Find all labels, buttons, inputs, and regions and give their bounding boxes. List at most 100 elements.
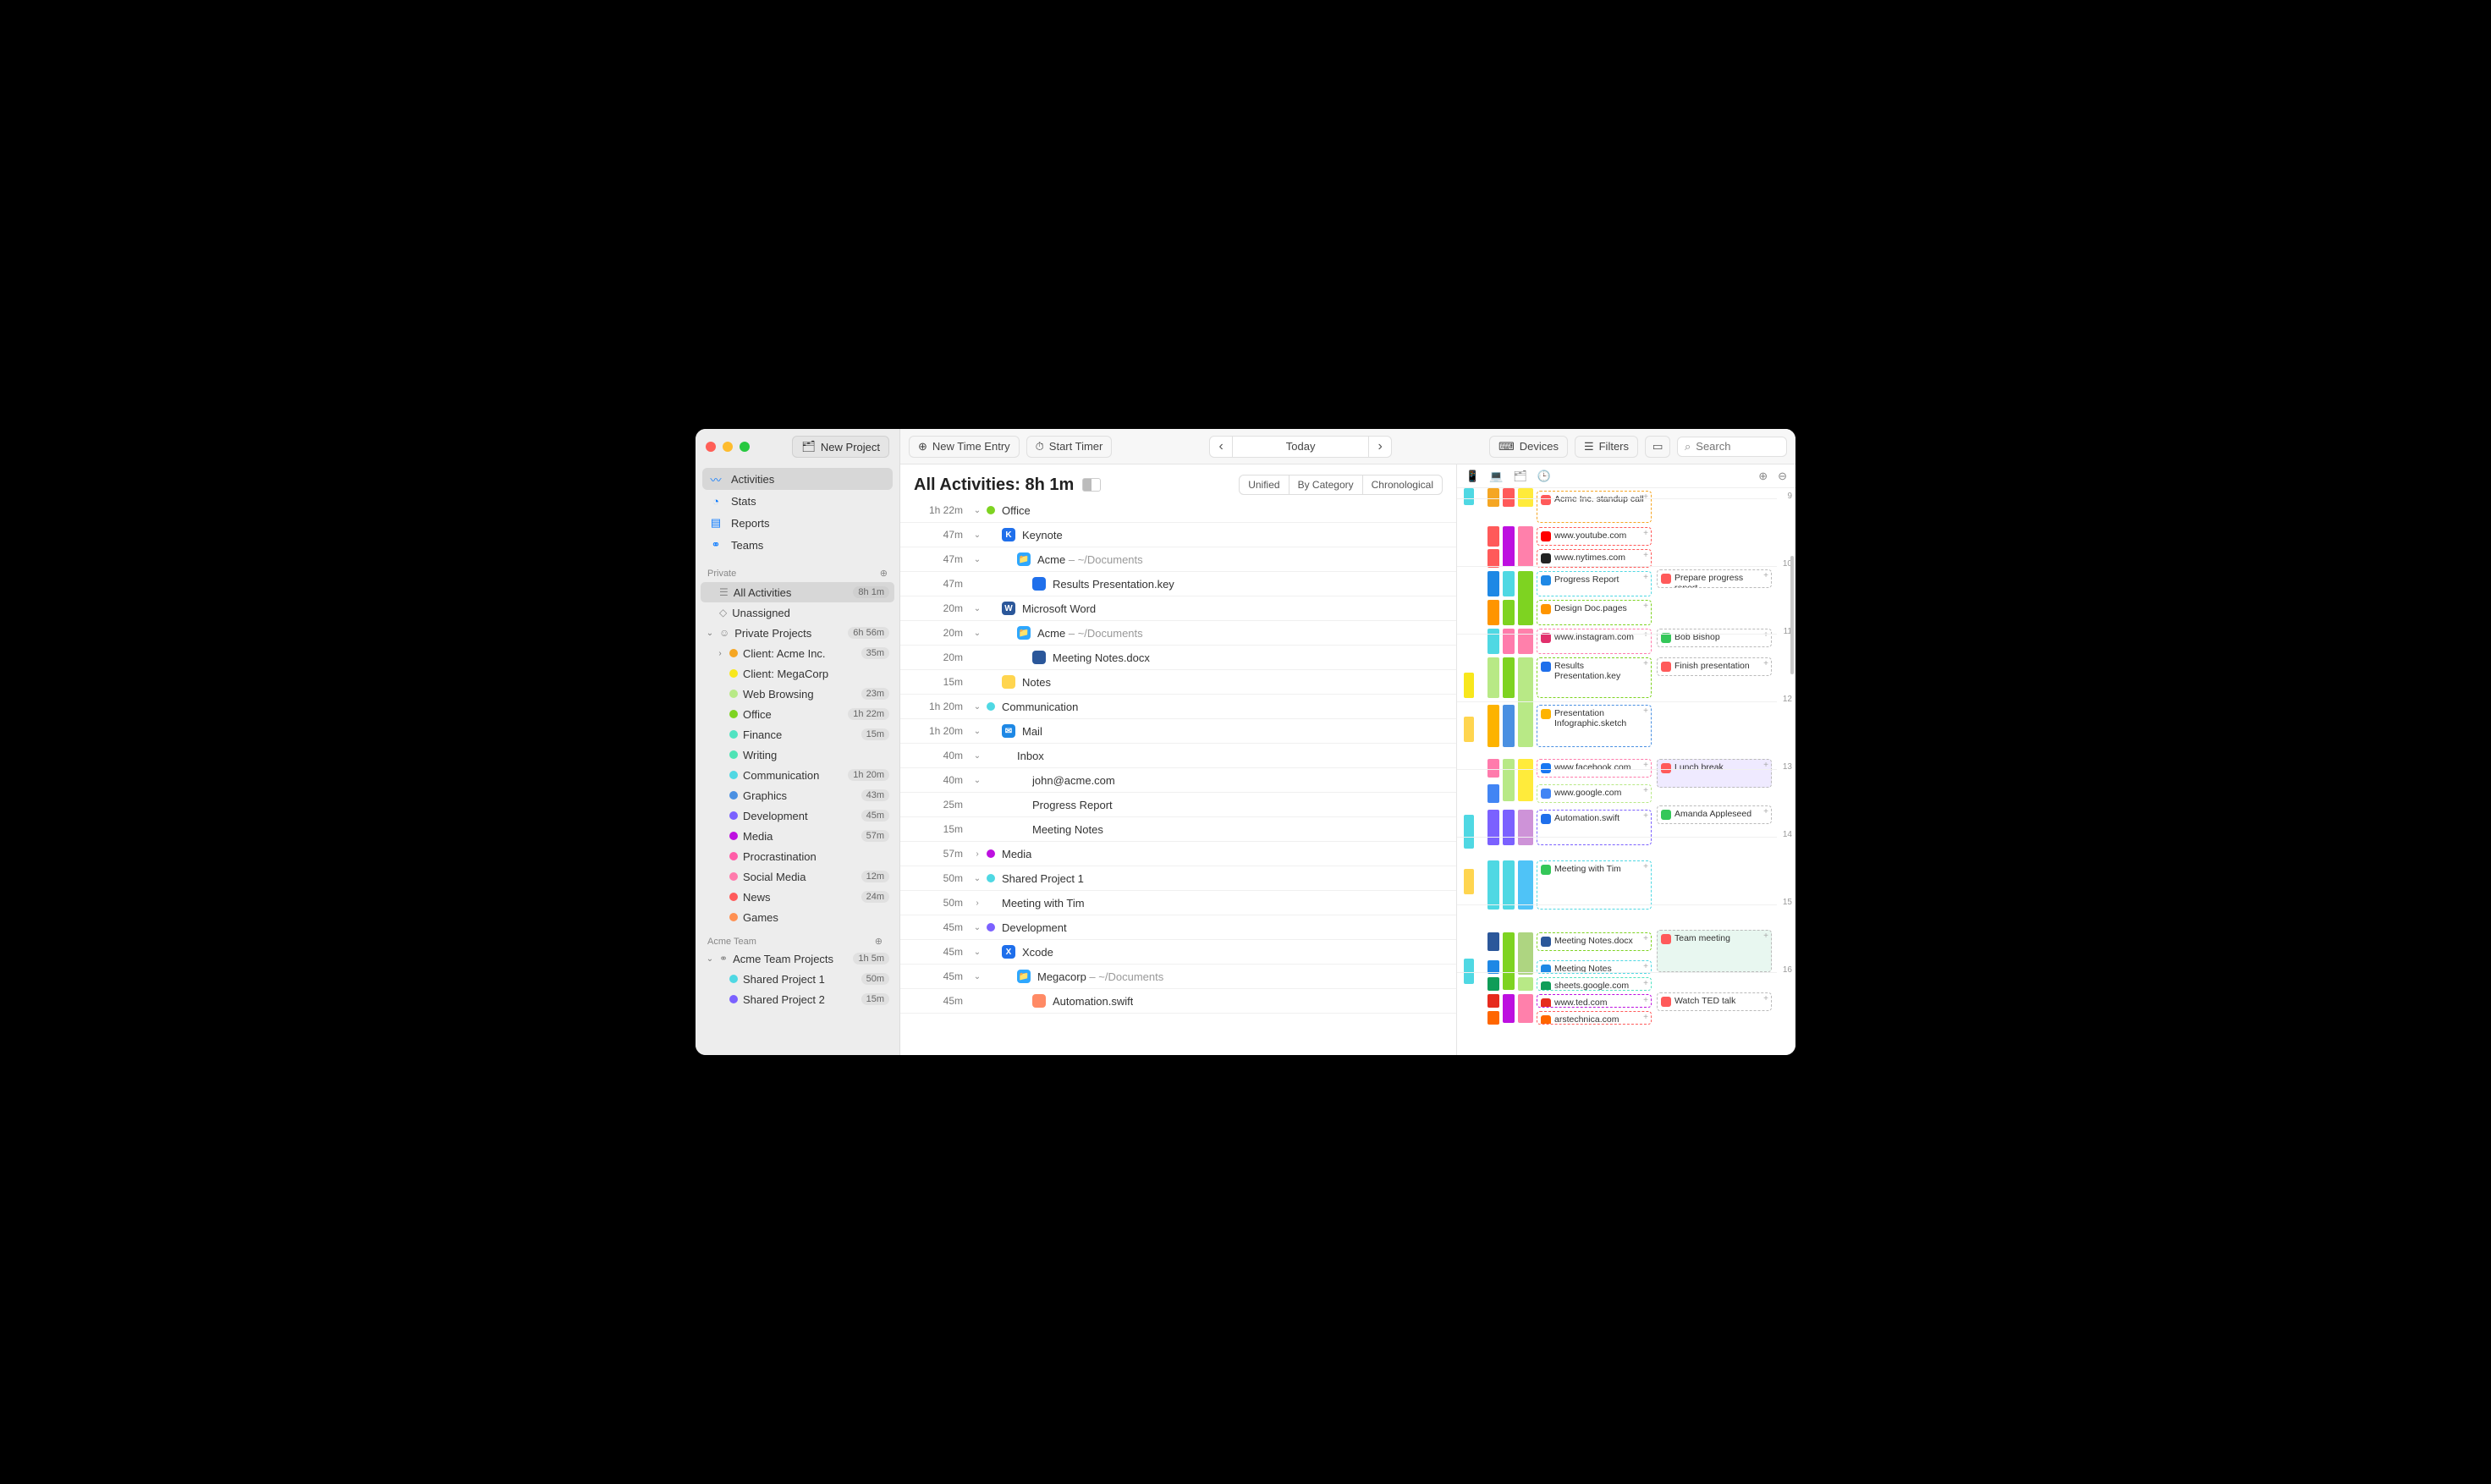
- timeline-bar[interactable]: [1518, 759, 1533, 801]
- timeline-bar[interactable]: [1503, 994, 1515, 1023]
- timeline-card[interactable]: www.facebook.com+: [1537, 759, 1652, 778]
- close-icon[interactable]: [706, 442, 716, 452]
- add-icon[interactable]: ⊕: [875, 936, 883, 947]
- timeline-bar[interactable]: [1464, 488, 1474, 505]
- nav-teams[interactable]: ⚭Teams: [702, 534, 893, 556]
- card-add-icon[interactable]: +: [1643, 529, 1648, 538]
- timeline-card[interactable]: www.ted.com+: [1537, 994, 1652, 1008]
- timeline-event-card[interactable]: Bob Bishop+: [1657, 629, 1772, 647]
- timeline-event-card[interactable]: Amanda Appleseed+: [1657, 805, 1772, 824]
- compact-toggle-icon[interactable]: [1082, 478, 1101, 492]
- activity-row[interactable]: 20m Meeting Notes.docx: [900, 646, 1456, 670]
- timeline-card[interactable]: Presentation Infographic.sketch+: [1537, 705, 1652, 747]
- expand-icon[interactable]: ⌄: [968, 948, 987, 957]
- activity-row[interactable]: 45m ⌄ 📁Megacorp – ~/Documents: [900, 965, 1456, 989]
- timeline-bar[interactable]: [1464, 815, 1474, 849]
- timeline-bar[interactable]: [1503, 705, 1515, 747]
- sidebar-item[interactable]: Media 57m: [701, 826, 894, 846]
- timeline-event-card[interactable]: Lunch break+: [1657, 759, 1772, 788]
- add-icon[interactable]: ⊕: [880, 568, 888, 579]
- activity-row[interactable]: 15m Notes: [900, 670, 1456, 695]
- activity-row[interactable]: 20m ⌄ WMicrosoft Word: [900, 596, 1456, 621]
- laptop-icon[interactable]: 💻: [1489, 470, 1503, 483]
- timeline-bar[interactable]: [1518, 488, 1533, 507]
- nav-stats[interactable]: ◔Stats: [702, 490, 893, 512]
- timeline-bar[interactable]: [1518, 860, 1533, 910]
- timeline-bar[interactable]: [1503, 860, 1515, 910]
- timeline-bar[interactable]: [1464, 869, 1474, 894]
- chevron-icon[interactable]: ›: [716, 649, 724, 658]
- timeline-bar[interactable]: [1487, 705, 1499, 747]
- timeline-bar[interactable]: [1487, 784, 1499, 803]
- timeline-card[interactable]: www.nytimes.com+: [1537, 549, 1652, 568]
- chevron-down-icon[interactable]: ⌄: [706, 954, 714, 964]
- card-add-icon[interactable]: +: [1643, 492, 1648, 502]
- expand-icon[interactable]: ⌄: [968, 604, 987, 613]
- timeline-bar[interactable]: [1503, 488, 1515, 507]
- activity-row[interactable]: 15m Meeting Notes: [900, 817, 1456, 842]
- timeline-event-card[interactable]: Team meeting+: [1657, 930, 1772, 972]
- expand-icon[interactable]: ⌄: [968, 506, 987, 515]
- zoom-out-icon[interactable]: ⊖: [1778, 470, 1787, 483]
- sidebar-shared-1[interactable]: Shared Project 1 50m: [701, 969, 894, 989]
- timeline-bar[interactable]: [1464, 673, 1474, 698]
- timeline-card[interactable]: Acme Inc. standup call+: [1537, 491, 1652, 523]
- timeline-card[interactable]: www.youtube.com+: [1537, 527, 1652, 546]
- timeline-bar[interactable]: [1487, 860, 1499, 910]
- timeline-bar[interactable]: [1487, 549, 1499, 568]
- activity-row[interactable]: 1h 20m ⌄ ✉Mail: [900, 719, 1456, 744]
- next-day-button[interactable]: ›: [1368, 436, 1392, 458]
- activity-row[interactable]: 47m ⌄ 📁Acme – ~/Documents: [900, 547, 1456, 572]
- timeline-bar[interactable]: [1487, 977, 1499, 991]
- activity-row[interactable]: 40m ⌄ john@acme.com: [900, 768, 1456, 793]
- sidebar-item[interactable]: Graphics 43m: [701, 785, 894, 805]
- search-input[interactable]: [1696, 440, 1779, 453]
- sidebar-item[interactable]: Games: [701, 907, 894, 927]
- timeline-bar[interactable]: [1503, 810, 1515, 845]
- timeline-card[interactable]: arstechnica.com+: [1537, 1011, 1652, 1025]
- sidebar-unassigned[interactable]: ◇ Unassigned: [701, 602, 894, 623]
- sidebar-shared-2[interactable]: Shared Project 2 15m: [701, 989, 894, 1009]
- expand-icon[interactable]: ⌄: [968, 874, 987, 883]
- timeline-bar[interactable]: [1487, 600, 1499, 625]
- nav-activities[interactable]: 〰Activities: [702, 468, 893, 490]
- timeline-bar[interactable]: [1503, 759, 1515, 801]
- scrollbar[interactable]: [1790, 556, 1794, 674]
- card-add-icon[interactable]: +: [1643, 551, 1648, 560]
- card-add-icon[interactable]: +: [1643, 811, 1648, 821]
- card-add-icon[interactable]: +: [1763, 630, 1768, 640]
- seg-chrono[interactable]: Chronological: [1362, 475, 1442, 494]
- timeline-bar[interactable]: [1487, 571, 1499, 596]
- activity-row[interactable]: 20m ⌄ 📁Acme – ~/Documents: [900, 621, 1456, 646]
- new-project-button[interactable]: 🗂 New Project: [792, 436, 889, 458]
- activity-row[interactable]: 47m Results Presentation.key: [900, 572, 1456, 596]
- card-add-icon[interactable]: +: [1643, 630, 1648, 640]
- expand-icon[interactable]: ›: [968, 899, 987, 908]
- timeline-bar[interactable]: [1487, 657, 1499, 698]
- card-add-icon[interactable]: +: [1643, 786, 1648, 795]
- search-field[interactable]: ⌕: [1677, 437, 1787, 457]
- timeline-bar[interactable]: [1503, 629, 1515, 654]
- timeline-bar[interactable]: [1487, 759, 1499, 778]
- activity-row[interactable]: 1h 22m ⌄ Office: [900, 498, 1456, 523]
- phone-icon[interactable]: 📱: [1465, 470, 1479, 483]
- timeline-card[interactable]: Meeting with Tim+: [1537, 860, 1652, 910]
- prev-day-button[interactable]: ‹: [1209, 436, 1233, 458]
- card-add-icon[interactable]: +: [1763, 994, 1768, 1003]
- timeline-card[interactable]: Design Doc.pages+: [1537, 600, 1652, 625]
- timeline-bar[interactable]: [1518, 994, 1533, 1023]
- seg-category[interactable]: By Category: [1289, 475, 1362, 494]
- clock-icon[interactable]: 🕒: [1537, 470, 1551, 483]
- card-add-icon[interactable]: +: [1643, 1013, 1648, 1022]
- timeline-bar[interactable]: [1487, 526, 1499, 547]
- nav-reports[interactable]: ▤Reports: [702, 512, 893, 534]
- activity-row[interactable]: 57m › Media: [900, 842, 1456, 866]
- sidebar-acme-projects[interactable]: ⌄ ⚭ Acme Team Projects 1h 5m: [701, 948, 894, 969]
- expand-icon[interactable]: ⌄: [968, 727, 987, 736]
- activity-row[interactable]: 50m ⌄ Shared Project 1: [900, 866, 1456, 891]
- sidebar-item[interactable]: Writing: [701, 745, 894, 765]
- timeline-card[interactable]: www.instagram.com+: [1537, 629, 1652, 654]
- timeline-bar[interactable]: [1503, 571, 1515, 596]
- start-timer-button[interactable]: ⏱Start Timer: [1026, 436, 1113, 458]
- sidebar-item[interactable]: Client: MegaCorp: [701, 663, 894, 684]
